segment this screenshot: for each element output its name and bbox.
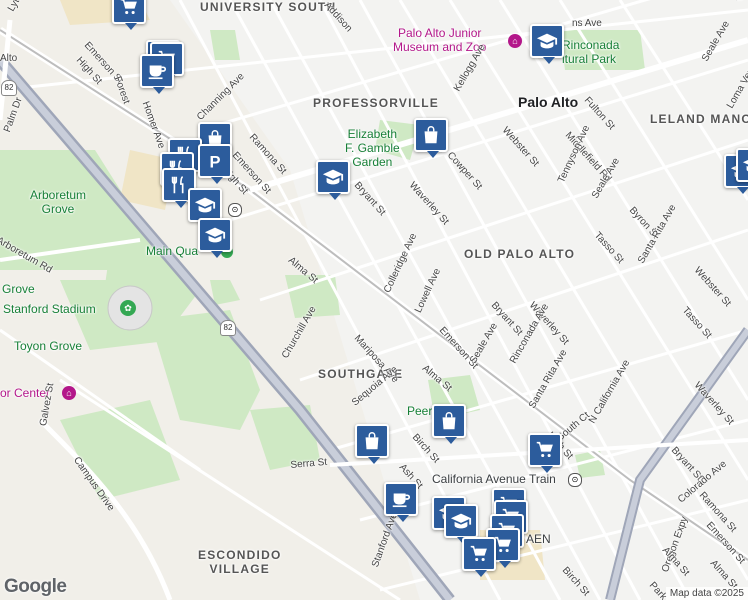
restaurant-icon xyxy=(168,174,190,196)
coffee-icon xyxy=(146,60,168,82)
school-icon xyxy=(322,166,344,188)
school-icon xyxy=(204,224,226,246)
parking-pin[interactable]: P xyxy=(198,144,232,184)
aen-label: AEN xyxy=(526,532,551,546)
svg-text:P: P xyxy=(210,153,221,171)
shopping-cart-icon xyxy=(118,0,140,18)
rinconada-park-label[interactable]: Rinconada ltural Park xyxy=(562,38,619,66)
school-icon xyxy=(536,30,558,52)
school-pin[interactable] xyxy=(736,148,748,182)
shopping-bag-icon xyxy=(420,124,442,146)
center-icon[interactable]: ⌂ xyxy=(62,386,76,400)
train-icon[interactable]: ⊙ xyxy=(568,473,582,487)
main-quad-label[interactable]: Main Qua xyxy=(146,244,198,258)
shopping-cart-icon xyxy=(468,543,490,565)
parking-icon: P xyxy=(204,150,226,172)
map-attribution[interactable]: Map data ©2025 xyxy=(665,587,748,600)
school-icon xyxy=(450,510,472,532)
map-canvas[interactable]: 82 82 UNIVERSITY SOUTH PROFESSORVILLE OL… xyxy=(0,0,748,600)
google-logo: Google xyxy=(4,576,67,597)
highway-82-shield: 82 xyxy=(220,320,236,336)
coffee-pin[interactable] xyxy=(384,482,418,522)
alto-road-label: Alto xyxy=(0,53,18,64)
stanford-stadium-label[interactable]: Stanford Stadium xyxy=(3,302,96,316)
coffee-pin[interactable] xyxy=(140,54,174,94)
gamble-garden-label[interactable]: Elizabeth F. Gamble Garden xyxy=(345,127,400,169)
district-escondido-village: ESCONDIDO VILLAGE xyxy=(198,548,282,576)
shopping-cart-pin[interactable] xyxy=(528,433,562,473)
school-pin[interactable] xyxy=(530,24,564,64)
shopping-cart-pin[interactable] xyxy=(112,0,146,30)
district-university-south: UNIVERSITY SOUTH xyxy=(200,0,337,14)
shopping-bag-icon xyxy=(438,410,460,432)
school-pin[interactable] xyxy=(198,218,232,258)
district-professorville: PROFESSORVILLE xyxy=(313,96,439,110)
ns-ave-label: ns Ave xyxy=(572,18,602,29)
district-leland-manor: LELAND MANO xyxy=(650,112,748,126)
cal-ave-train-label[interactable]: California Avenue Train xyxy=(432,472,556,486)
school-pin[interactable] xyxy=(316,160,350,200)
school-pin[interactable] xyxy=(188,188,222,228)
stadium-icon[interactable]: ✿ xyxy=(120,300,136,316)
shopping-cart-pin[interactable] xyxy=(462,537,496,577)
shield-label: 82 xyxy=(4,83,14,92)
shopping-bag-icon xyxy=(361,430,383,452)
arboretum-grove-label[interactable]: Arboretum Grove xyxy=(30,188,86,216)
shopping-bag-pin[interactable] xyxy=(432,404,466,444)
shopping-bag-pin[interactable] xyxy=(355,424,389,464)
school-pin[interactable] xyxy=(444,504,478,544)
junior-museum-label[interactable]: Palo Alto Junior Museum and Zoo xyxy=(393,26,486,54)
grove-label[interactable]: Grove xyxy=(2,282,35,296)
school-icon xyxy=(194,194,216,216)
shield-label: 82 xyxy=(223,323,233,332)
school-icon xyxy=(742,154,748,176)
highway-82-shield: 82 xyxy=(1,80,17,96)
coffee-icon xyxy=(390,488,412,510)
shopping-bag-pin[interactable] xyxy=(414,118,448,158)
train-icon[interactable]: ⊙ xyxy=(228,203,242,217)
toyon-grove-label[interactable]: Toyon Grove xyxy=(14,339,82,353)
shopping-cart-icon xyxy=(534,439,556,461)
district-old-palo-alto: OLD PALO ALTO xyxy=(464,247,576,261)
city-label: Palo Alto xyxy=(518,94,579,110)
map-base xyxy=(0,0,748,600)
museum-icon[interactable]: ⌂ xyxy=(508,34,522,48)
